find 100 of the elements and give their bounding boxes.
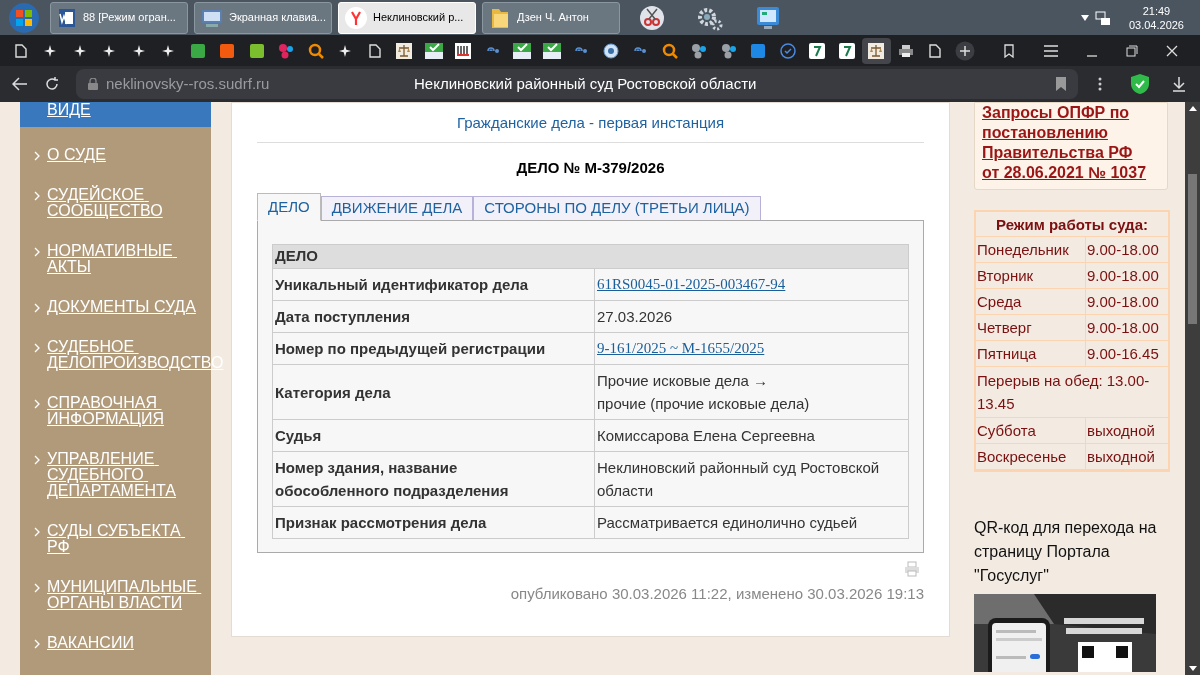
sidebar-menu-item[interactable]: ДОКУМЕНТЫ СУДА xyxy=(20,299,211,315)
hours: 9.00-18.00 xyxy=(1086,266,1159,286)
url-text: neklinovsky--ros.sudrf.ru xyxy=(106,73,271,94)
table-cell: Номер по предыдущей регистрации xyxy=(272,332,595,365)
page-icon xyxy=(14,43,27,58)
sidebar-menu-item[interactable]: УПРАВЛЕНИЕ СУДЕБНОГО ДЕПАРТАМЕНТА xyxy=(20,451,211,499)
table-cell: Номер здания, название обособленного подразделения xyxy=(272,451,595,507)
sparkle-icon xyxy=(132,44,145,57)
tab[interactable]: ДЕЛО xyxy=(257,193,321,221)
sparkle-icon xyxy=(73,44,86,57)
lock-icon xyxy=(88,78,98,90)
tile-icon xyxy=(838,42,855,59)
sidebar-menu-item[interactable]: СУДЫ СУБЪЕКТА РФ xyxy=(20,523,211,555)
hours: 9.00-18.00 xyxy=(1086,292,1159,312)
back-icon[interactable] xyxy=(12,77,28,91)
browser-icon xyxy=(344,5,368,30)
menu-icon[interactable] xyxy=(1044,44,1058,57)
case-link[interactable]: 9-161/2025 ~ М-1655/2025 xyxy=(594,332,909,365)
weekday: Среда xyxy=(976,289,1086,314)
chevron-icon xyxy=(34,151,40,161)
table-cell: Прочие исковые дела → прочие (прочие исковые дела) xyxy=(594,364,909,420)
tab[interactable]: СТОРОНЫ ПО ДЕЛУ (ТРЕТЬИ ЛИЦА) xyxy=(473,196,761,220)
more-icon[interactable] xyxy=(1098,77,1102,91)
hours: 9.00-16.45 xyxy=(1086,344,1159,364)
tray-arrow-icon[interactable] xyxy=(1080,14,1089,21)
scales-icon xyxy=(396,42,413,59)
tabs-icon[interactable] xyxy=(1002,43,1016,58)
download-icon[interactable] xyxy=(1172,76,1186,92)
tab[interactable]: ДВИЖЕНИЕ ДЕЛА xyxy=(320,196,474,220)
table-cell: Рассматривается единолично судьей xyxy=(594,506,909,539)
weekday: Суббота xyxy=(976,418,1086,443)
table-cell: Комиссарова Елена Сергеевна xyxy=(594,419,909,452)
weekday: Пятница xyxy=(976,341,1086,366)
check-circle-icon xyxy=(779,42,796,59)
scrollbar[interactable] xyxy=(1185,102,1200,675)
windows-logo-icon xyxy=(8,1,40,34)
scroll-down-icon[interactable] xyxy=(1188,666,1197,671)
table-cell: Дата поступления xyxy=(272,300,595,333)
taskbar-button[interactable]: 88 [Режим огран... xyxy=(50,1,188,34)
hours: 9.00-18.00 xyxy=(1086,318,1159,338)
close-icon[interactable] xyxy=(1166,44,1178,57)
case-link[interactable]: 61RS0045-01-2025-003467-94 xyxy=(594,268,909,301)
table-cell: Судья xyxy=(272,419,595,452)
reload-icon[interactable] xyxy=(44,76,60,92)
chevron-icon xyxy=(34,455,40,465)
clock-date: 03.04.2026 xyxy=(1128,17,1184,32)
chevron-icon xyxy=(34,527,40,537)
weekday: Понедельник xyxy=(976,237,1086,262)
page-icon xyxy=(368,43,381,58)
shield-icon[interactable] xyxy=(1130,73,1150,95)
hours: выходной xyxy=(1086,447,1155,467)
clock-time: 21:49 xyxy=(1142,3,1171,18)
sidebar-menu-item[interactable]: О СУДЕ xyxy=(20,147,211,163)
sparkle-icon xyxy=(339,44,352,57)
plus-icon xyxy=(954,40,975,61)
taskbar-button[interactable]: Экранная клавиа... xyxy=(194,1,332,34)
table-cell: Признак рассмотрения дела xyxy=(272,506,595,539)
table-cell: Неклиновский районный суд Ростовской области xyxy=(594,451,909,507)
weekday: Вторник xyxy=(976,263,1086,288)
document-icon xyxy=(56,6,78,29)
section-title: Гражданские дела - первая инстанция xyxy=(257,103,924,143)
table-cell: 27.03.2026 xyxy=(594,300,909,333)
chevron-icon xyxy=(34,191,40,201)
sparkle-icon xyxy=(162,44,175,57)
sidebar-menu-item[interactable]: СПРАВОЧНАЯ ИНФОРМАЦИЯ xyxy=(20,395,211,427)
chevron-icon xyxy=(34,247,40,257)
page-title: Неклиновский районный суд Ростовской области xyxy=(414,73,758,94)
sidebar-menu-item[interactable]: СУДЕЙСКОЕ СООБЩЕСТВО xyxy=(20,187,211,219)
table-cell: Уникальный идентификатор дела xyxy=(272,268,595,301)
scrollbar-thumb[interactable] xyxy=(1188,173,1197,324)
weekday: Четверг xyxy=(976,315,1086,340)
sparkle-icon xyxy=(103,44,116,57)
sidebar-menu-item[interactable]: ВИДЕ xyxy=(20,102,211,127)
sidebar-menu-item[interactable]: НОРМАТИВНЫЕ АКТЫ xyxy=(20,243,211,275)
table-cell: Категория дела xyxy=(272,364,595,420)
taskbar-button[interactable]: Неклиновский р... xyxy=(338,1,476,34)
notice-link[interactable]: Запросы ОПФР по постановлению Правительства РФ от 28.06.2021 № 1037 xyxy=(982,103,1153,183)
tile-icon xyxy=(809,42,826,59)
chevron-icon xyxy=(34,583,40,593)
weekday: Воскресенье xyxy=(976,444,1086,469)
sidebar-menu-item[interactable]: ВАКАНСИИ xyxy=(20,635,211,651)
taskbar-button[interactable]: Дзен Ч. Антон xyxy=(482,1,620,34)
sidebar-menu-item[interactable]: МУНИЦИПАЛЬНЫЕ ОРГАНЫ ВЛАСТИ xyxy=(20,579,211,611)
schedule-title: Режим работы суда: xyxy=(976,212,1168,237)
hours: 9.00-18.00 xyxy=(1086,240,1159,260)
scroll-up-icon[interactable] xyxy=(1188,106,1197,111)
page-icon xyxy=(929,43,942,58)
seal-icon xyxy=(602,42,619,59)
bookmark-button[interactable] xyxy=(861,37,891,64)
chevron-icon xyxy=(34,303,40,313)
restore-icon[interactable] xyxy=(1126,44,1138,57)
chevron-icon xyxy=(34,399,40,409)
case-title: ДЕЛО № М-379/2026 xyxy=(515,157,666,178)
address-field[interactable]: neklinovsky--ros.sudrf.ru Неклиновский районный суд Ростовской области xyxy=(76,69,1078,99)
chevron-icon xyxy=(34,343,40,353)
hours: выходной xyxy=(1086,421,1155,441)
network-icon[interactable] xyxy=(1094,9,1111,26)
bookmark-icon[interactable] xyxy=(1056,77,1066,91)
qr-caption: QR-код для перехода на страницу Портала "Госуслуг" xyxy=(974,518,1158,586)
chevron-icon xyxy=(34,639,40,649)
